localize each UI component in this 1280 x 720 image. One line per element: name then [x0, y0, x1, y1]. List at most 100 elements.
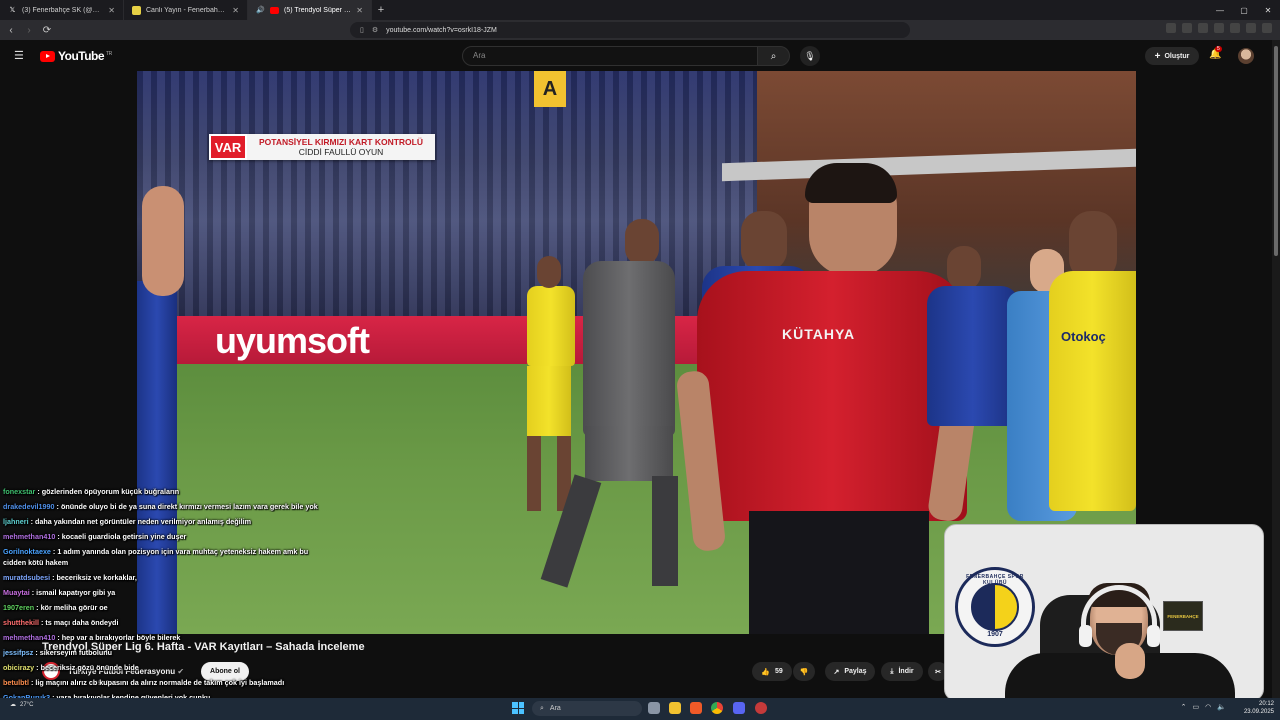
file-explorer-icon[interactable]: [669, 702, 681, 714]
reload-icon[interactable]: ⟳: [40, 25, 54, 36]
minimize-button[interactable]: —: [1208, 0, 1232, 20]
weather-widget[interactable]: ☁ 27°C: [10, 701, 33, 709]
var-overlay: VAR POTANSİYEL KIRMIZI KART KONTROLÜ CİD…: [209, 134, 435, 160]
chat-username[interactable]: mehmethan410: [3, 532, 55, 541]
date: 23.09.2025: [1243, 709, 1274, 715]
shield-icon[interactable]: [1246, 23, 1256, 33]
close-window-button[interactable]: ✕: [1256, 0, 1280, 20]
chat-message: shutthekill : ts maçı daha öndeydi: [3, 618, 119, 627]
search-button[interactable]: ⌕: [757, 46, 790, 66]
forward-icon[interactable]: ›: [22, 25, 36, 36]
chat-text: ismail kapatıyor gibi ya: [36, 588, 116, 597]
volume-icon[interactable]: 🔈: [1217, 703, 1226, 711]
referee-sponsor: KÜTAHYA: [782, 326, 856, 342]
task-view-icon[interactable]: [648, 702, 660, 714]
system-tray: ⌃ ▭ ◠ 🔈: [1181, 703, 1226, 711]
chat-username[interactable]: Muaytai: [3, 588, 30, 597]
chat-message: fonexstar : gözlerinden öpüyorum küçük b…: [3, 487, 180, 496]
chat-text: kocaeli guardiola getirsin yine duşer: [61, 532, 187, 541]
hamburger-menu-icon[interactable]: ☰: [14, 49, 24, 62]
battery-icon[interactable]: ▭: [1193, 703, 1200, 711]
chat-username[interactable]: ljahneri: [3, 517, 29, 526]
download-label: İndir: [898, 668, 914, 675]
page-scrollbar[interactable]: [1272, 40, 1280, 698]
dislike-button[interactable]: 👎: [793, 662, 815, 681]
thumbs-up-icon: 👍: [761, 668, 770, 676]
back-icon[interactable]: ‹: [4, 25, 18, 36]
tab-label: Canlı Yayın - Fenerbahçe Spor Kulübü: [146, 6, 227, 14]
start-button[interactable]: [512, 702, 524, 714]
address-bar[interactable]: ▯ ⚙ youtube.com/watch?v=osrkI18-JZM: [350, 22, 910, 38]
maximize-button[interactable]: ▢: [1232, 0, 1256, 20]
discord-icon[interactable]: [733, 702, 745, 714]
sidebar-icon[interactable]: [1198, 23, 1208, 33]
voice-search-button[interactable]: 🎙: [800, 46, 820, 66]
share-label: Paylaş: [844, 668, 867, 675]
bookmark-icon[interactable]: ▯: [360, 26, 364, 34]
site-info-icon[interactable]: ⚙: [372, 26, 378, 34]
close-icon[interactable]: ✕: [108, 6, 115, 15]
account-avatar[interactable]: [1238, 48, 1254, 64]
chat-text: daha yakından net görüntüler neden veril…: [34, 517, 252, 526]
x-logo-icon: 𝕏: [9, 7, 16, 14]
chat-username[interactable]: shutthekill: [3, 618, 39, 627]
bookmarks-icon[interactable]: [1182, 23, 1192, 33]
youtube-wordmark: YouTube: [58, 49, 105, 63]
chat-username[interactable]: betulbtl: [3, 678, 29, 687]
chrome-icon[interactable]: [711, 702, 723, 714]
search-input[interactable]: Ara: [462, 46, 758, 66]
close-icon[interactable]: ✕: [232, 6, 239, 15]
search-icon: ⌕: [770, 50, 777, 62]
youtube-icon: [270, 6, 279, 14]
goalkeeper: [583, 261, 675, 436]
download-icon[interactable]: [1214, 23, 1224, 33]
chat-text: beceriksiz ve korkaklar,: [56, 573, 137, 582]
player-blue-right: [927, 286, 1019, 426]
browser-toolbar: ‹ › ⟳ ▯ ⚙ youtube.com/watch?v=osrkI18-JZ…: [0, 20, 1280, 40]
chat-username[interactable]: jessifpsz: [3, 648, 33, 657]
scrollbar-thumb[interactable]: [1274, 46, 1278, 256]
chat-username[interactable]: muratdsubesi: [3, 573, 50, 582]
youtube-logo[interactable]: YouTube TR: [40, 49, 112, 63]
browser-tab-youtube[interactable]: 🔊 (5) Trendyol Süper Lig 6. Hafta ✕: [248, 0, 372, 20]
share-button[interactable]: ↗ Paylaş: [825, 662, 875, 681]
chat-text: hep var a bırakıyorlar böyle bilerek: [61, 633, 181, 642]
extensions-icon[interactable]: [1230, 23, 1240, 33]
browser-tab-x[interactable]: 𝕏 (3) Fenerbahçe SK (@Fenerbahce) / X ✕: [0, 0, 124, 20]
notifications-button[interactable]: 🔔 5: [1209, 46, 1222, 60]
chat-username[interactable]: drakedevil1990: [3, 502, 55, 511]
download-button[interactable]: ⤓ İndir: [881, 662, 923, 681]
chat-text: gözlerinden öpüyorum küçük buğraların: [41, 487, 180, 496]
app-icon[interactable]: [755, 702, 767, 714]
chat-username[interactable]: mehmethan410: [3, 633, 55, 642]
chat-text: sikerseyim futbolunu: [39, 648, 113, 657]
brave-browser-icon[interactable]: [690, 702, 702, 714]
create-button[interactable]: + Oluştur: [1145, 47, 1199, 65]
chat-username[interactable]: fonexstar: [3, 487, 35, 496]
chat-message: mehmethan410 : kocaeli guardiola getirsi…: [3, 532, 187, 541]
wifi-icon[interactable]: ◠: [1205, 703, 1211, 711]
notification-badge: 5: [1215, 46, 1222, 52]
share-icon: ↗: [833, 668, 840, 676]
like-button[interactable]: 👍 59: [752, 662, 792, 681]
chat-username[interactable]: obicirazy: [3, 663, 34, 672]
chat-username[interactable]: Gorilnoktaexe: [3, 547, 51, 556]
create-label: Oluştur: [1164, 52, 1190, 60]
new-tab-button[interactable]: +: [372, 4, 390, 16]
chat-message: mehmethan410 : hep var a bırakıyorlar bö…: [3, 633, 181, 642]
music-icon[interactable]: [1166, 23, 1176, 33]
clock[interactable]: 20:12 23.09.2025: [1244, 700, 1274, 716]
chat-message: ljahneri : daha yakından net görüntüler …: [3, 517, 252, 526]
taskbar-search[interactable]: ⌕ Ara: [532, 701, 642, 716]
chat-message: jessifpsz : sikerseyim futbolunu: [3, 648, 113, 657]
menu-icon[interactable]: [1262, 23, 1272, 33]
browser-tab-fenerbahce[interactable]: Canlı Yayın - Fenerbahçe Spor Kulübü ✕: [124, 0, 248, 20]
chevron-up-icon[interactable]: ⌃: [1181, 703, 1187, 711]
chat-text: ts maçı daha öndeydi: [45, 618, 119, 627]
player-yellow: [527, 286, 575, 366]
close-icon[interactable]: ✕: [356, 6, 363, 15]
tab-label: (5) Trendyol Süper Lig 6. Hafta: [284, 6, 351, 14]
chat-username[interactable]: 1907eren: [3, 603, 34, 612]
fenerbahce-emblem: FENERBAHÇE SPOR KULÜBÜ 1907: [955, 567, 1035, 647]
fenerbahce-icon: [132, 5, 141, 15]
